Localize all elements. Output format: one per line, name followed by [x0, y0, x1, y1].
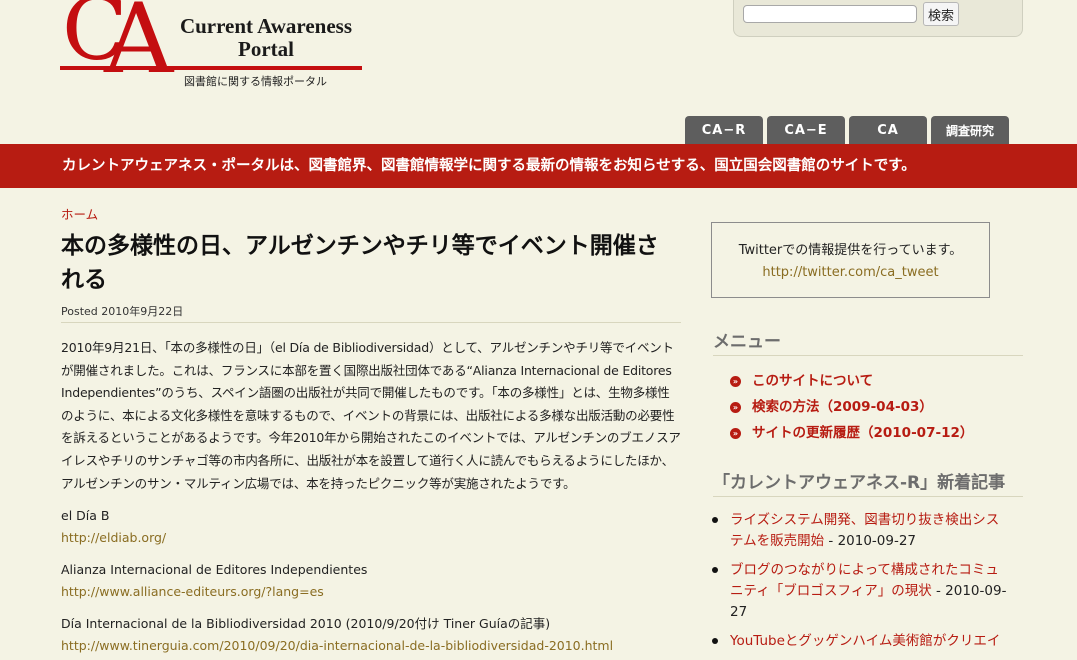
site-logo[interactable]: C A Current Awareness Portal 図書館に関する情報ポー…: [60, 0, 370, 105]
news-heading: 「カレントアウェアネス-R」新着記事: [713, 468, 1023, 497]
news-list: ライズシステム開発、図書切り抜き検出システムを販売開始 - 2010-09-27…: [712, 510, 1012, 660]
reference-item: Alianza Internacional de Editores Indepe…: [61, 559, 681, 603]
logo-title-line2: Portal: [238, 37, 294, 61]
tab-ca[interactable]: CA: [849, 116, 927, 144]
reference-link[interactable]: http://www.tinerguia.com/2010/09/20/dia-…: [61, 635, 681, 657]
twitter-box: Twitterでの情報提供を行っています。 http://twitter.com…: [711, 222, 990, 298]
menu-heading: メニュー: [713, 327, 1023, 356]
logo-underline: [60, 66, 362, 70]
news-item: YouTubeとグッゲンハイム美術館がクリエイ: [712, 631, 1012, 652]
chevron-right-icon: »: [730, 375, 741, 387]
twitter-text: Twitterでの情報提供を行っています。: [738, 243, 963, 258]
bullet-icon: [712, 638, 718, 644]
reference-item: Día Internacional de la Bibliodiversidad…: [61, 613, 681, 657]
menu-item-changelog[interactable]: » サイトの更新履歴（2010-07-12）: [730, 420, 973, 446]
posted-date: Posted 2010年9月22日: [61, 303, 681, 323]
tab-ca-r[interactable]: CA−R: [685, 116, 763, 144]
logo-title-line1: Current Awareness: [179, 14, 353, 38]
main-content: ホーム 本の多様性の日、アルゼンチンやチリ等でイベント開催される Posted …: [61, 204, 681, 657]
news-item-link[interactable]: YouTubeとグッゲンハイム美術館がクリエイ: [730, 633, 1000, 649]
logo-subtitle: 図書館に関する情報ポータル: [184, 75, 327, 88]
news-item-date: - 2010-09-27: [824, 533, 917, 549]
tab-ca-e[interactable]: CA−E: [767, 116, 845, 144]
news-item: ライズシステム開発、図書切り抜き検出システムを販売開始 - 2010-09-27: [712, 510, 1012, 552]
chevron-right-icon: »: [730, 401, 741, 413]
search-input[interactable]: [743, 5, 917, 23]
reference-link[interactable]: http://eldiab.org/: [61, 527, 681, 549]
menu-item-label: サイトの更新履歴（2010-07-12）: [752, 425, 974, 441]
logo-title: Current Awareness Portal: [156, 15, 376, 61]
article-body: 2010年9月21日、「本の多様性の日」（el Día de Bibliodiv…: [61, 340, 681, 491]
chevron-right-icon: »: [730, 427, 741, 439]
reference-label: Día Internacional de la Bibliodiversidad…: [61, 616, 551, 632]
menu-item-label: 検索の方法（2009-04-03）: [752, 399, 933, 415]
menu-item-search-help[interactable]: » 検索の方法（2009-04-03）: [730, 394, 973, 420]
reference-link[interactable]: http://www.alliance-editeurs.org/?lang=e…: [61, 581, 681, 603]
search-panel: 検索: [733, 0, 1023, 37]
site-banner: カレントアウェアネス・ポータルは、図書館界、図書館情報学に関する最新の情報をお知…: [0, 144, 1077, 188]
article-title: 本の多様性の日、アルゼンチンやチリ等でイベント開催される: [61, 233, 659, 293]
twitter-link[interactable]: http://twitter.com/ca_tweet: [762, 265, 938, 280]
reference-item: el Día B http://eldiab.org/: [61, 505, 681, 549]
bullet-icon: [712, 517, 718, 523]
reference-label: Alianza Internacional de Editores Indepe…: [61, 562, 368, 578]
news-item: ブログのつながりによって構成されたコミュニティ「ブロゴスフィア」の現状 - 20…: [712, 560, 1012, 623]
bullet-icon: [712, 567, 718, 573]
menu-list: » このサイトについて » 検索の方法（2009-04-03） » サイトの更新…: [730, 368, 973, 446]
menu-item-label: このサイトについて: [752, 373, 874, 389]
tab-research[interactable]: 調査研究: [931, 116, 1009, 144]
reference-label: el Día B: [61, 508, 110, 524]
search-button[interactable]: 検索: [923, 2, 959, 26]
breadcrumb-home[interactable]: ホーム: [61, 204, 681, 223]
menu-item-about[interactable]: » このサイトについて: [730, 368, 973, 394]
